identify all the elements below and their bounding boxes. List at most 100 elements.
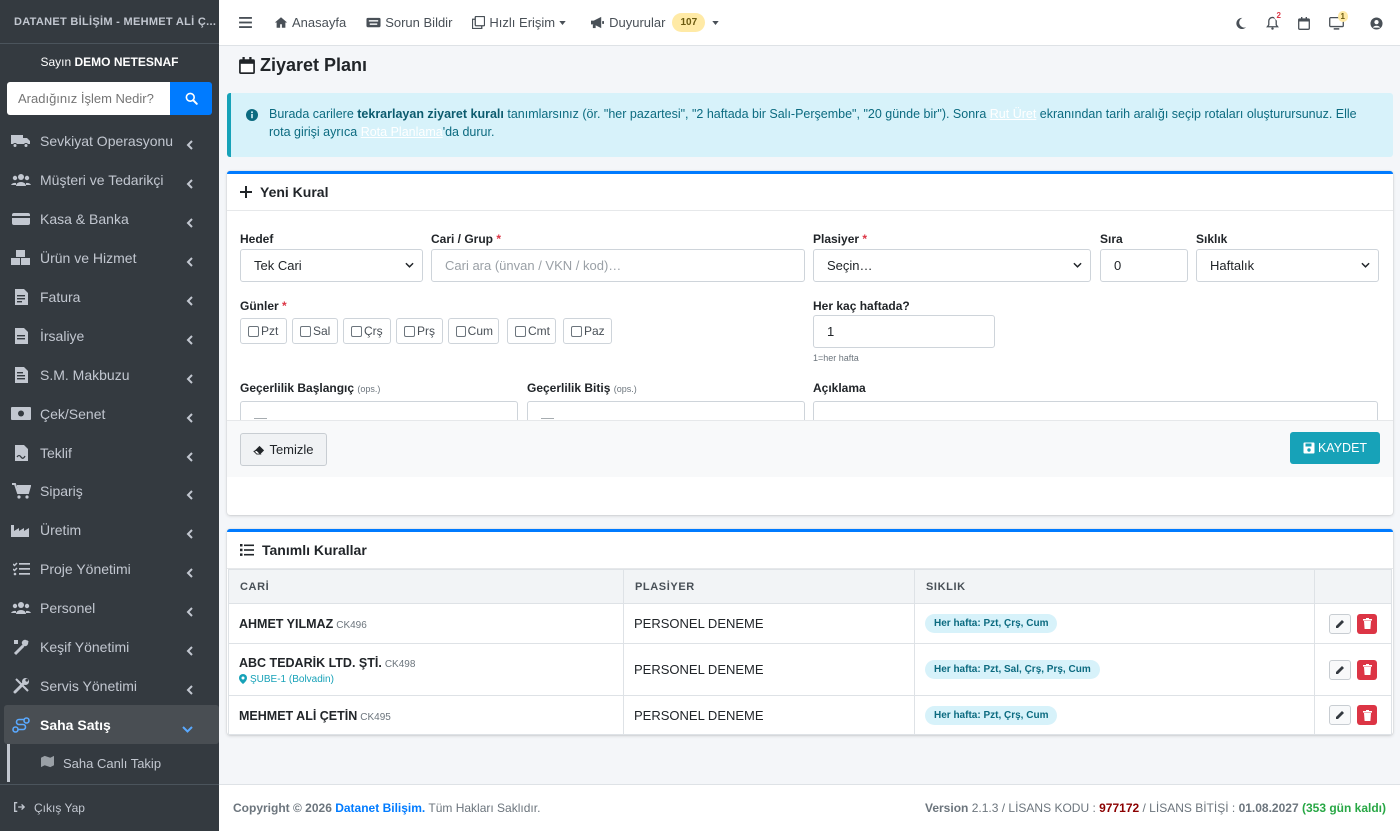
description-label: Açıklama: [813, 381, 866, 395]
home-icon: [274, 17, 288, 28]
menu-toggle-button[interactable]: [239, 17, 256, 28]
screen-button[interactable]: 1: [1320, 10, 1352, 30]
sidebar-item-kasa-banka[interactable]: Kasa & Banka: [0, 200, 219, 239]
cari-cell: AHMET YILMAZ CK496: [228, 603, 624, 644]
sidebar-item-müşteri-ve-tedarikçi[interactable]: Müşteri ve Tedarikçi: [0, 161, 219, 200]
table-row: ABC TEDARİK LTD. ŞTİ. CK498 ŞUBE-1 (Bolvad…: [228, 643, 1392, 696]
sidebar-item-saha-satış[interactable]: Saha Satış: [4, 705, 219, 745]
day-checkbox-1[interactable]: Sal: [292, 318, 338, 344]
sidebar-item-personel[interactable]: Personel: [0, 589, 219, 628]
chevron-left-icon: [186, 565, 193, 581]
order-input[interactable]: 0: [1100, 249, 1188, 282]
list-icon: [240, 544, 254, 556]
clear-button[interactable]: Temizle: [240, 433, 327, 466]
nav-home[interactable]: Anasayfa: [274, 15, 346, 30]
logout-link[interactable]: Çıkış Yap: [0, 784, 219, 831]
checkbox-box[interactable]: [571, 325, 582, 337]
sidebar-search: [7, 82, 212, 115]
chevron-left-icon: [186, 293, 193, 309]
checkbox-box[interactable]: [515, 325, 526, 337]
dark-mode-toggle[interactable]: [1224, 17, 1256, 30]
sidebar-item-proje-yönetimi[interactable]: Proje Yönetimi: [0, 550, 219, 589]
day-label: Prş: [417, 324, 435, 338]
rep-cell: PERSONEL DENEME: [623, 603, 915, 644]
pencil-icon: [1336, 711, 1344, 719]
sidebar-item-teklif[interactable]: Teklif: [0, 433, 219, 472]
sidebar-item-çek-senet[interactable]: Çek/Senet: [0, 394, 219, 433]
rep-select[interactable]: Seçin…: [813, 249, 1091, 282]
sidebar-item-ürün-ve-hizmet[interactable]: Ürün ve Hizmet: [0, 239, 219, 278]
day-checkbox-5[interactable]: Cmt: [507, 318, 556, 344]
sidebar-item-label: Saha Satış: [40, 716, 111, 733]
day-checkbox-0[interactable]: Pzt: [240, 318, 287, 344]
user-name: DEMO NETESNAF: [74, 55, 179, 69]
sidebar-subitem-saha-canli-takip[interactable]: Saha Canlı Takip: [7, 744, 219, 783]
nav-announcements[interactable]: Duyurular 107: [590, 13, 723, 32]
cart-icon: [11, 483, 31, 500]
search-input[interactable]: [7, 82, 170, 115]
industry-icon: [11, 522, 31, 538]
boxes-icon: [11, 250, 31, 266]
checkbox-box[interactable]: [248, 325, 259, 337]
rep-label: Plasiyer *: [813, 232, 868, 246]
rep-cell: PERSONEL DENEME: [623, 643, 915, 696]
tasks-icon: [11, 561, 31, 577]
search-button[interactable]: [170, 82, 212, 115]
rut-uret-link[interactable]: Rut Üret: [990, 107, 1037, 121]
sidebar-item-s-m-makbuzu[interactable]: S.M. Makbuzu: [0, 355, 219, 394]
frequency-select[interactable]: Haftalık: [1196, 249, 1379, 282]
edit-button[interactable]: [1329, 613, 1351, 634]
edit-button[interactable]: [1329, 659, 1351, 680]
brand-name[interactable]: DATANET BİLİŞİM - MEHMET ALİ Ç...: [0, 0, 219, 44]
map-icon: [40, 755, 55, 771]
delete-button[interactable]: [1357, 705, 1377, 725]
target-select[interactable]: Tek Cari: [240, 249, 423, 282]
save-button[interactable]: KAYDET: [1290, 432, 1380, 464]
cari-search-input[interactable]: Cari ara (ünvan / VKN / kod)…: [431, 249, 805, 282]
day-checkbox-6[interactable]: Paz: [563, 318, 612, 344]
day-checkbox-3[interactable]: Prş: [396, 318, 443, 344]
wrench-icon: [11, 678, 31, 694]
sidebar-item-keşif-yönetimi[interactable]: Keşif Yönetimi: [0, 628, 219, 667]
new-rule-card: Yeni Kural Hedef Tek Cari Cari / Grup * …: [227, 171, 1393, 515]
column-header-cari: CARİ: [228, 569, 624, 604]
sidebar-item-üretim[interactable]: Üretim: [0, 511, 219, 550]
sidebar-item-fatura[interactable]: Fatura: [0, 278, 219, 317]
sidebar-item-i-rsaliye[interactable]: İrsaliye: [0, 316, 219, 355]
sidebar-item-label: Teklif: [40, 444, 72, 461]
actions-cell: [1314, 695, 1392, 735]
sidebar-item-servis-yönetimi[interactable]: Servis Yönetimi: [0, 666, 219, 705]
rota-planlama-link[interactable]: Rota Planlama: [361, 125, 443, 139]
users-cog-icon: [11, 600, 31, 616]
checkbox-box[interactable]: [404, 325, 415, 337]
sidebar-item-sipariş[interactable]: Sipariş: [0, 472, 219, 511]
sidebar-item-label: Ürün ve Hizmet: [40, 250, 137, 267]
checkbox-box[interactable]: [456, 325, 466, 337]
cari-code: CK496: [336, 620, 367, 631]
file-icon: [11, 327, 31, 344]
day-checkbox-2[interactable]: Çrş: [343, 318, 391, 344]
checkbox-box[interactable]: [300, 325, 311, 337]
column-header-actions: [1314, 569, 1392, 604]
day-checkbox-4[interactable]: Cum: [448, 318, 499, 344]
sidebar-item-sevkiyat-operasyonu[interactable]: Sevkiyat Operasyonu: [0, 122, 219, 161]
actions-cell: [1314, 603, 1392, 644]
weeks-input[interactable]: 1: [813, 315, 995, 348]
nav-quick-access[interactable]: Hızlı Erişim: [472, 15, 570, 30]
edit-button[interactable]: [1329, 705, 1351, 725]
calendar-button[interactable]: [1288, 16, 1320, 30]
user-menu-button[interactable]: [1352, 16, 1400, 30]
delete-button[interactable]: [1357, 659, 1377, 680]
day-label: Sal: [313, 324, 331, 338]
company-link[interactable]: Datanet Bilişim.: [335, 801, 425, 815]
cari-cell: ABC TEDARİK LTD. ŞTİ. CK498 ŞUBE-1 (Bolvad…: [228, 643, 624, 696]
screen-count-badge: 1: [1337, 10, 1348, 22]
nav-report-issue[interactable]: Sorun Bildir: [366, 15, 452, 30]
delete-button[interactable]: [1357, 613, 1377, 634]
greeting: Sayın DEMO NETESNAF: [40, 55, 179, 69]
notifications-button[interactable]: 2: [1256, 10, 1288, 30]
actions-cell: [1314, 643, 1392, 696]
weeks-label: Her kaç haftada?: [813, 299, 910, 313]
checkbox-box[interactable]: [351, 325, 362, 337]
chevron-left-icon: [186, 215, 193, 231]
